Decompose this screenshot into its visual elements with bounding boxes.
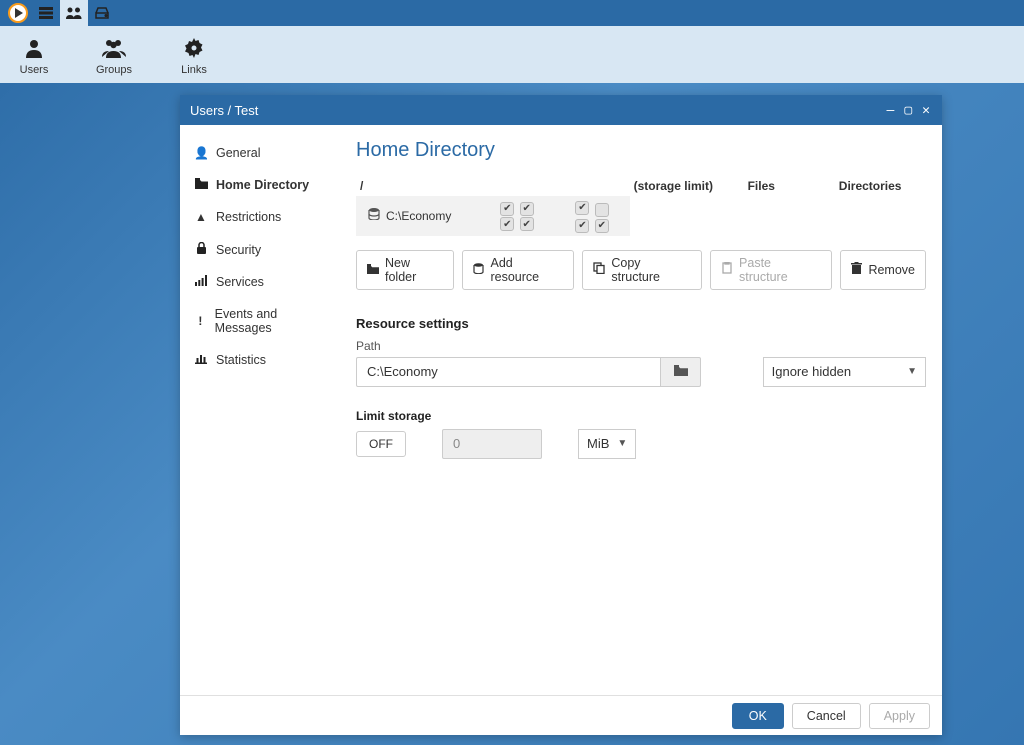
col-storage: (storage limit) [630,176,744,196]
page-title: Home Directory [356,139,926,162]
layers-icon[interactable] [32,0,60,26]
ribbon-links[interactable]: Links [170,30,218,80]
sidebar-item-label: Events and Messages [215,307,326,335]
close-icon[interactable]: ✕ [920,103,932,118]
files-perms [495,197,554,234]
user-dialog: Users / Test — ▢ ✕ 👤 General Home Direct… [180,95,942,735]
ribbon-groups-label: Groups [96,64,132,76]
disk-icon[interactable] [88,0,116,26]
resource-buttons: New folder Add resource Copy structure [356,250,926,290]
sidebar-item-home-directory[interactable]: Home Directory [180,169,340,201]
sidebar-item-label: Statistics [216,353,266,367]
new-folder-button[interactable]: New folder [356,250,454,290]
warning-icon: ▲ [194,210,208,224]
limit-unit-value: MiB [587,436,609,451]
dialog-content: Home Directory / (storage limit) Files D… [340,125,942,695]
file-perm-checkbox[interactable] [520,217,534,231]
sidebar-item-label: Services [216,275,264,289]
file-perm-checkbox[interactable] [500,202,514,216]
sidebar-item-restrictions[interactable]: ▲ Restrictions [180,201,340,233]
ribbon-toolbar: Users Groups Links [0,26,1024,83]
gear-icon [183,34,205,62]
ok-button[interactable]: OK [732,703,784,729]
resource-path: C:\Economy [386,209,451,223]
dialog-titlebar: Users / Test — ▢ ✕ [180,95,942,125]
dir-perm-checkbox[interactable] [575,201,589,215]
col-dirs: Directories [835,176,926,196]
folder-icon [194,178,208,192]
hidden-select-value: Ignore hidden [772,364,852,379]
limit-value-input [442,429,542,459]
sidebar-item-label: General [216,146,260,160]
sidebar-item-label: Security [216,243,261,257]
copy-icon [593,262,605,277]
limit-toggle[interactable]: OFF [356,431,406,457]
minimize-icon[interactable]: — [885,103,897,118]
dialog-breadcrumb: Users / Test [190,103,258,118]
user-icon [23,34,45,62]
users-tab-icon[interactable] [60,0,88,26]
lock-icon [194,242,208,257]
chevron-down-icon: ▼ [907,366,917,377]
database-icon [473,263,484,277]
ribbon-links-label: Links [181,64,207,76]
path-input[interactable] [356,357,661,387]
dirs-perms [570,196,629,236]
sidebar-item-label: Home Directory [216,178,309,192]
paste-structure-button: Paste structure [710,250,832,290]
resource-table: / (storage limit) Files Directories C:\E… [356,176,926,236]
group-icon [101,34,127,62]
file-perm-checkbox[interactable] [500,217,514,231]
sidebar-item-services[interactable]: Services [180,266,340,298]
dialog-footer: OK Cancel Apply [180,695,942,735]
sidebar-item-events[interactable]: ! Events and Messages [180,298,340,344]
hidden-select[interactable]: Ignore hidden ▼ [763,357,926,387]
ribbon-groups[interactable]: Groups [90,30,138,80]
path-label: Path [356,339,926,353]
sidebar-item-label: Restrictions [216,210,281,224]
exclamation-icon: ! [194,314,207,328]
col-files: Files [744,176,835,196]
apply-button: Apply [869,703,930,729]
limit-storage-heading: Limit storage [356,409,926,423]
ribbon-users-label: Users [20,64,49,76]
copy-structure-button[interactable]: Copy structure [582,250,702,290]
dir-perm-checkbox[interactable] [595,219,609,233]
sidebar-item-statistics[interactable]: Statistics [180,344,340,376]
dir-perm-checkbox[interactable] [575,219,589,233]
ribbon-users[interactable]: Users [10,30,58,80]
signal-icon [194,275,208,289]
trash-icon [851,262,862,277]
col-name: / [356,176,630,196]
database-icon [368,208,380,223]
remove-button[interactable]: Remove [840,250,926,290]
resource-row[interactable]: C:\Economy [356,196,630,236]
stats-icon [194,353,208,367]
sidebar-item-security[interactable]: Security [180,233,340,266]
resource-settings-heading: Resource settings [356,316,926,331]
sidebar-item-general[interactable]: 👤 General [180,137,340,169]
add-resource-button[interactable]: Add resource [462,250,574,290]
folder-icon [674,364,688,379]
maximize-icon[interactable]: ▢ [902,103,914,118]
dir-perm-checkbox[interactable] [595,203,609,217]
window-controls: — ▢ ✕ [885,103,932,118]
chevron-down-icon: ▼ [617,438,627,449]
path-input-group [356,357,701,387]
cancel-button[interactable]: Cancel [792,703,861,729]
folder-icon [367,263,379,277]
user-icon: 👤 [194,146,208,160]
app-logo-icon[interactable] [4,0,32,26]
limit-unit-select[interactable]: MiB ▼ [578,429,636,459]
file-perm-checkbox[interactable] [520,202,534,216]
dialog-sidebar: 👤 General Home Directory ▲ Restrictions … [180,125,340,695]
paste-icon [721,262,733,277]
top-toolbar [0,0,1024,26]
browse-folder-button[interactable] [661,357,701,387]
